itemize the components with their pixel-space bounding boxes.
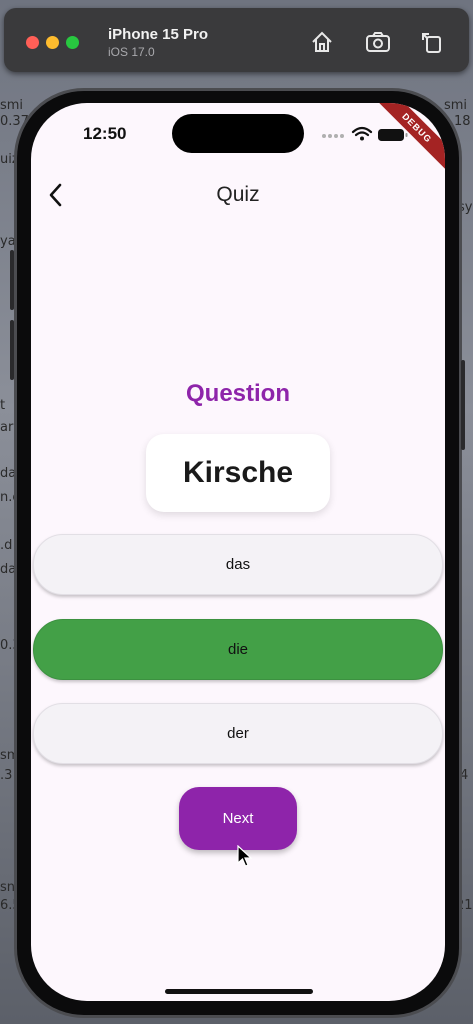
bg-fragment: smi: [444, 98, 468, 113]
mouse-cursor-icon: [237, 845, 253, 867]
bg-fragment: .d: [0, 538, 13, 553]
answer-option-label: die: [227, 641, 249, 658]
answer-option-label: das: [225, 556, 251, 573]
answer-option-der[interactable]: der: [33, 703, 443, 764]
word-card: Kirsche: [146, 434, 330, 512]
bg-fragment: smi: [0, 98, 24, 113]
question-label: Question: [185, 380, 290, 407]
simulator-title-bar: iPhone 15 Pro iOS 17.0: [4, 8, 469, 72]
os-version: iOS 17.0: [108, 45, 155, 59]
answer-option-das[interactable]: das: [33, 534, 443, 595]
screenshot-icon[interactable]: [364, 28, 392, 56]
power-button: [461, 360, 465, 450]
answer-option-label: der: [227, 725, 249, 742]
rotate-icon[interactable]: [418, 28, 446, 56]
bg-fragment: 18: [454, 114, 471, 129]
home-indicator: [165, 989, 313, 994]
debug-banner: DEBUG: [365, 103, 445, 183]
bg-fragment: t: [0, 398, 6, 413]
home-icon[interactable]: [308, 28, 336, 56]
bg-fragment: ar: [0, 420, 14, 435]
status-time: 12:50: [83, 124, 127, 143]
zoom-window-button[interactable]: [66, 36, 79, 49]
volume-down-button: [10, 320, 14, 380]
dynamic-island: [172, 114, 304, 153]
device-name: iPhone 15 Pro: [108, 26, 209, 43]
next-button[interactable]: Next: [179, 787, 297, 850]
close-window-button[interactable]: [26, 36, 39, 49]
quiz-word: Kirsche: [182, 456, 294, 489]
signal-icon: [322, 134, 344, 138]
bg-fragment: sn: [0, 880, 16, 895]
volume-up-button: [10, 250, 14, 310]
minimize-window-button[interactable]: [46, 36, 59, 49]
page-title: Quiz: [216, 183, 260, 206]
answer-option-die[interactable]: die: [33, 619, 443, 680]
bg-fragment: .3: [0, 768, 13, 783]
debug-label: DEBUG: [368, 103, 445, 177]
next-button-label: Next: [222, 810, 254, 827]
